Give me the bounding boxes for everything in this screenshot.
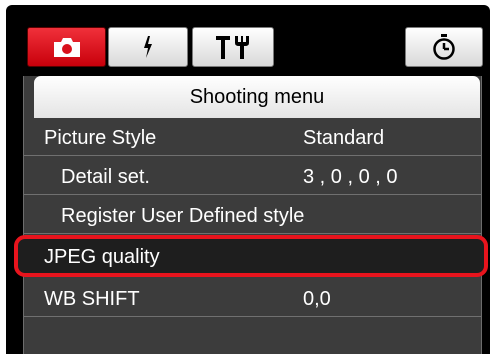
camera-menu-panel: Shooting menu Picture Style Standard Det… [6, 5, 490, 354]
menu-item-label: Picture Style [44, 127, 157, 149]
menu-item-label: WB SHIFT [44, 288, 140, 310]
menu-item-detail-set[interactable]: Detail set. 3 , 0 , 0 , 0 [24, 157, 481, 195]
tab-timer[interactable] [405, 27, 483, 67]
menu-item-value: Standard [303, 127, 385, 149]
menu-item-label: JPEG quality [44, 246, 160, 268]
tab-shooting[interactable] [27, 27, 106, 67]
timer-icon [432, 33, 456, 61]
tools-icon [213, 34, 253, 60]
tab-bar [6, 5, 490, 77]
menu-item-value: 3 , 0 , 0 , 0 [303, 166, 398, 188]
menu-item-label: Detail set. [61, 166, 150, 188]
menu-title: Shooting menu [34, 76, 480, 118]
tab-tools[interactable] [192, 27, 274, 67]
menu-item-picture-style[interactable]: Picture Style Standard [24, 118, 481, 156]
menu-item-register-user-defined-style[interactable]: Register User Defined style [24, 196, 481, 234]
menu-item-jpeg-quality[interactable]: JPEG quality [14, 235, 488, 277]
tab-flash[interactable] [108, 27, 188, 67]
menu-item-value: 0,0 [303, 288, 331, 310]
menu-item-label: Register User Defined style [61, 205, 305, 227]
flash-icon [141, 36, 155, 58]
menu-item-wb-shift[interactable]: WB SHIFT 0,0 [24, 279, 481, 317]
camera-icon [52, 36, 82, 58]
menu-content: Shooting menu Picture Style Standard Det… [14, 76, 488, 354]
